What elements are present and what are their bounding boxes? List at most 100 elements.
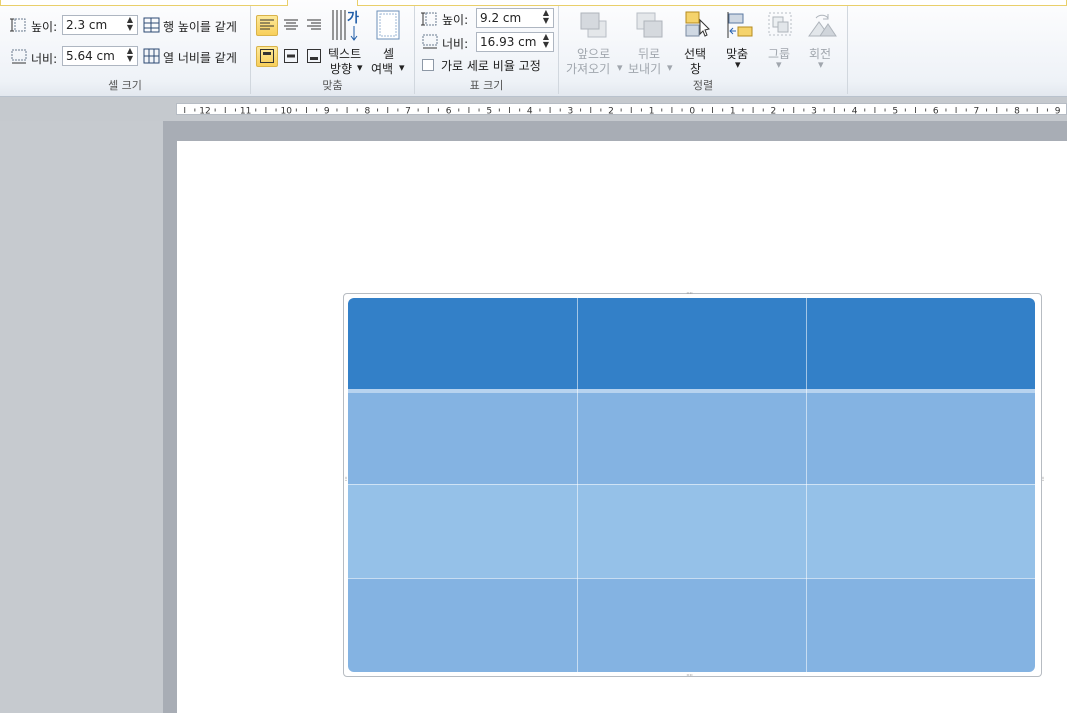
ruler-number: 1 xyxy=(649,107,655,116)
distribute-rows-icon[interactable] xyxy=(143,17,161,34)
group-separator xyxy=(847,6,848,94)
text-direction-icon[interactable]: 가 xyxy=(331,8,361,42)
selection-pane-label-2[interactable]: 창 xyxy=(690,60,701,77)
spinner-arrows-icon[interactable]: ▲ ▼ xyxy=(124,16,136,34)
table[interactable] xyxy=(348,298,1035,672)
spinner-arrows-icon[interactable]: ▲ ▼ xyxy=(540,33,552,51)
align-right-icon[interactable] xyxy=(307,19,321,31)
cell-size-group-label: 셀 크기 xyxy=(108,79,142,92)
align-center-icon[interactable] xyxy=(284,19,298,31)
ruler-number: 8 xyxy=(365,107,371,116)
ruler-number: 0 xyxy=(689,107,695,116)
distribute-rows-button[interactable]: 행 높이를 같게 xyxy=(163,18,237,35)
horizontal-ruler-area: 12 11 10 9 8 7 6 5 4 3 2 1 0 1 2 3 4 5 6 7 8 9 xyxy=(0,97,1067,121)
table-width-icon xyxy=(422,34,438,49)
ruler-number: 2 xyxy=(771,107,777,116)
text-direction-dropdown-icon[interactable]: ▾ xyxy=(357,61,363,74)
align-left-icon xyxy=(260,19,274,30)
column-divider xyxy=(806,298,807,672)
ruler-number: 11 xyxy=(240,107,251,116)
group-dropdown-icon: ▾ xyxy=(776,58,782,71)
selection-pane-icon[interactable] xyxy=(683,10,713,40)
distribute-columns-icon[interactable] xyxy=(143,48,161,65)
align-objects-icon[interactable] xyxy=(726,10,756,40)
align-top-icon xyxy=(260,49,274,63)
align-objects-dropdown-icon[interactable]: ▾ xyxy=(735,58,741,71)
header-divider xyxy=(348,389,1035,393)
table-height-icon xyxy=(421,12,437,26)
resize-handle-right[interactable]: ··· xyxy=(1038,476,1047,481)
bring-forward-label-2: 가져오기 xyxy=(566,62,611,76)
table-header-cell[interactable] xyxy=(577,298,806,389)
ruler-number: 5 xyxy=(892,107,898,116)
ruler-number: 7 xyxy=(974,107,980,116)
ruler-number: 10 xyxy=(280,107,292,116)
cell-margins-icon[interactable] xyxy=(376,10,400,40)
ruler-number: 3 xyxy=(568,107,574,116)
resize-handle-top[interactable]: ···· xyxy=(686,289,693,298)
cell-width-spinner[interactable]: ▲▼ xyxy=(62,46,138,66)
align-middle-icon[interactable] xyxy=(284,49,298,63)
rotate-icon xyxy=(808,14,837,37)
table-cell[interactable] xyxy=(577,484,806,578)
active-tab-line xyxy=(0,0,288,6)
lock-aspect-checkbox[interactable] xyxy=(422,59,434,71)
cell-margins-label-2[interactable]: 여백 xyxy=(371,60,393,77)
ruler-number: 12 xyxy=(199,107,210,116)
alignment-group-label: 맞춤 xyxy=(322,79,343,92)
send-backward-icon xyxy=(636,12,663,38)
table-cell[interactable] xyxy=(577,389,806,484)
row-height-icon xyxy=(10,18,26,32)
cell-width-label: 너비: xyxy=(31,52,58,66)
lock-aspect-label[interactable]: 가로 세로 비율 고정 xyxy=(441,57,541,74)
table-header-cell[interactable] xyxy=(348,298,577,389)
ruler-number: 4 xyxy=(852,107,858,116)
ruler-number: 4 xyxy=(527,107,533,116)
table-cell[interactable] xyxy=(348,389,577,484)
table-header-cell[interactable] xyxy=(806,298,1035,389)
svg-text:가: 가 xyxy=(347,11,359,26)
ruler-number: 7 xyxy=(405,107,411,116)
horizontal-ruler[interactable]: 12 11 10 9 8 7 6 5 4 3 2 1 0 1 2 3 4 5 6 7 8 9 xyxy=(176,103,1067,117)
column-divider xyxy=(577,298,578,672)
table-cell[interactable] xyxy=(806,484,1035,578)
table-width-spinner[interactable]: ▲▼ xyxy=(476,32,554,52)
ruler-ticks: 12 11 10 9 8 7 6 5 4 3 2 1 0 1 2 3 4 5 6 7 8 9 xyxy=(184,107,1061,117)
table-size-group-label: 표 크기 xyxy=(469,79,504,92)
table-cell[interactable] xyxy=(806,578,1035,672)
table-cell[interactable] xyxy=(348,578,577,672)
distribute-columns-button[interactable]: 열 너비를 같게 xyxy=(163,49,237,66)
ruler-number: 6 xyxy=(446,107,452,116)
ruler-number: 1 xyxy=(730,107,736,116)
text-direction-label-2[interactable]: 방향 xyxy=(330,60,352,77)
table-height-spinner[interactable]: ▲▼ xyxy=(476,8,554,28)
cell-margins-dropdown-icon[interactable]: ▾ xyxy=(399,61,405,74)
cell-height-spinner[interactable]: ▲▼ xyxy=(62,15,138,35)
ribbon: 높이: ▲▼ 너비: ▲▼ 행 높이를 같게 열 너비를 같게 셀 크기 가 텍… xyxy=(0,0,1067,97)
column-width-icon xyxy=(11,49,27,64)
table-cell[interactable] xyxy=(577,578,806,672)
table-cell[interactable] xyxy=(806,389,1035,484)
ruler-number: 9 xyxy=(324,107,330,116)
bring-forward-dropdown-icon: ▾ xyxy=(617,61,623,74)
slides-pane xyxy=(0,121,163,713)
arrange-group-label: 정렬 xyxy=(692,79,714,92)
spinner-arrows-icon[interactable]: ▲ ▼ xyxy=(540,9,552,27)
spinner-arrows-icon[interactable]: ▲ ▼ xyxy=(124,47,136,65)
resize-handle-bottom[interactable]: ···· xyxy=(686,671,693,680)
table-cell[interactable] xyxy=(348,484,577,578)
table-width-label: 너비: xyxy=(442,37,469,51)
row-divider xyxy=(348,484,1035,485)
ruler-number: 8 xyxy=(1014,107,1020,116)
cell-height-label: 높이: xyxy=(31,20,58,34)
row-divider xyxy=(348,578,1035,579)
ruler-number: 6 xyxy=(933,107,939,116)
ruler-number: 2 xyxy=(608,107,614,116)
bring-forward-icon xyxy=(580,12,607,38)
send-backward-label-2: 보내기 xyxy=(628,62,662,76)
table-height-label: 높이: xyxy=(442,13,469,27)
align-bottom-icon[interactable] xyxy=(307,49,321,63)
send-backward-dropdown-icon: ▾ xyxy=(667,61,673,74)
rotate-dropdown-icon: ▾ xyxy=(818,58,824,71)
group-icon xyxy=(768,12,792,36)
